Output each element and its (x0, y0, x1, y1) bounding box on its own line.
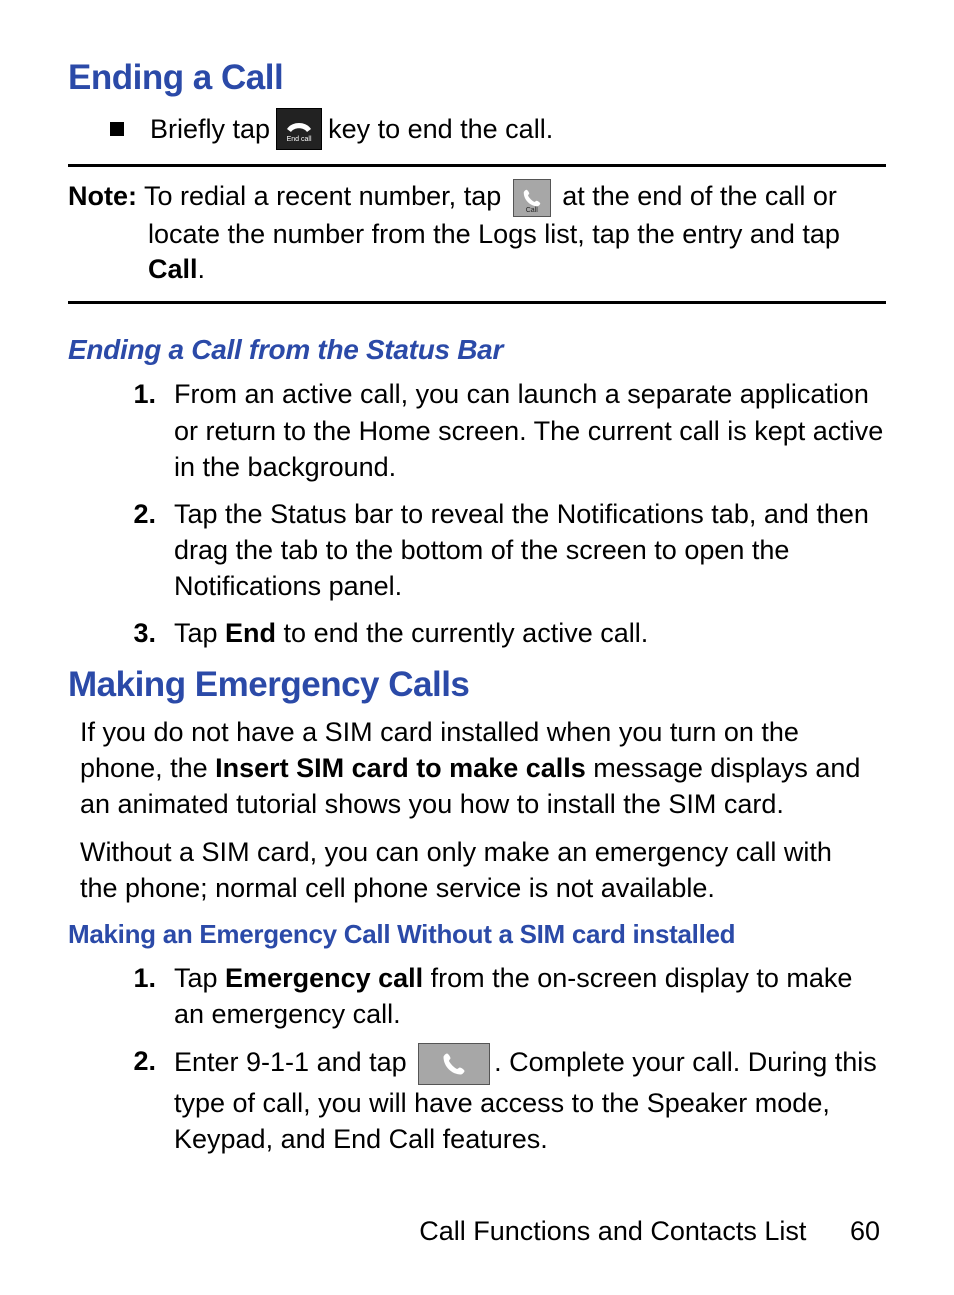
step-text: Tap End to end the currently active call… (174, 615, 886, 651)
note-line1-pre: To redial a recent number, tap (137, 181, 509, 211)
note-line2-c: . (198, 254, 206, 284)
list-item: 1. From an active call, you can launch a… (68, 376, 886, 485)
steps-emergency: 1. Tap Emergency call from the on-screen… (68, 960, 886, 1158)
step-number: 3. (94, 615, 174, 651)
page-number: 60 (850, 1216, 880, 1246)
step-text: From an active call, you can launch a se… (174, 376, 886, 485)
call-icon-label: Call (514, 206, 550, 215)
step-number: 1. (94, 960, 174, 1033)
end-call-icon: End call (276, 108, 322, 150)
end-call-icon-label: End call (287, 136, 312, 143)
heading-emergency-nosim: Making an Emergency Call Without a SIM c… (68, 919, 886, 950)
dial-call-icon (418, 1043, 490, 1085)
step-number: 2. (94, 1043, 174, 1158)
step-text-pre: Tap (174, 618, 225, 648)
list-item: 2. Enter 9-1-1 and tap . Complete your c… (68, 1043, 886, 1158)
bullet-end-call: Briefly tap End call key to end the call… (110, 108, 886, 150)
call-icon: Call (513, 179, 551, 217)
bullet-text-post: key to end the call. (328, 114, 553, 145)
step-text: Tap Emergency call from the on-screen di… (174, 960, 886, 1033)
step-text: Enter 9-1-1 and tap . Complete your call… (174, 1043, 886, 1158)
paragraph-nosim: Without a SIM card, you can only make an… (80, 835, 876, 907)
list-item: 1. Tap Emergency call from the on-screen… (68, 960, 886, 1033)
step-text-pre: Tap (174, 963, 225, 993)
bullet-icon (110, 122, 124, 136)
step-number: 1. (94, 376, 174, 485)
note-label: Note: (68, 181, 137, 211)
heading-emergency: Making Emergency Calls (68, 665, 886, 705)
list-item: 3. Tap End to end the currently active c… (68, 615, 886, 651)
para-bold: Insert SIM card to make calls (215, 753, 586, 783)
note-block: Note: To redial a recent number, tap Cal… (68, 164, 886, 304)
step-text: Tap the Status bar to reveal the Notific… (174, 496, 886, 605)
paragraph-sim: If you do not have a SIM card installed … (80, 715, 876, 823)
steps-status-bar: 1. From an active call, you can launch a… (68, 376, 886, 651)
step-text-bold: End (225, 618, 276, 648)
bullet-text-pre: Briefly tap (150, 114, 270, 145)
step-number: 2. (94, 496, 174, 605)
note-line2-a: locate the number from the Logs list, ta… (148, 219, 840, 249)
list-item: 2. Tap the Status bar to reveal the Noti… (68, 496, 886, 605)
step-text-post: to end the currently active call. (276, 618, 648, 648)
heading-ending-a-call: Ending a Call (68, 58, 886, 98)
note-line2-b: Call (148, 254, 198, 284)
heading-status-bar: Ending a Call from the Status Bar (68, 334, 886, 366)
step-text-bold: Emergency call (225, 963, 423, 993)
step-text-pre: Enter 9-1-1 and tap (174, 1047, 414, 1077)
footer-section: Call Functions and Contacts List (419, 1216, 806, 1246)
note-line1-post: at the end of the call or (555, 181, 837, 211)
page-footer: Call Functions and Contacts List 60 (419, 1216, 880, 1247)
